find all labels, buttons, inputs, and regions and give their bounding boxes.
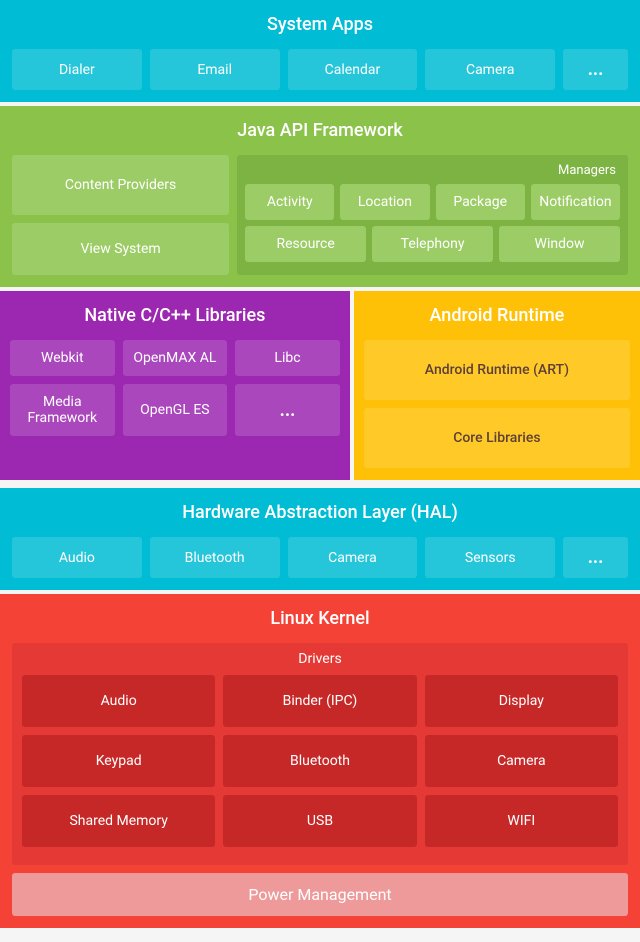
managers-section: Managers Activity Location Package Notif… (237, 155, 628, 275)
package-cell: Package (436, 184, 525, 220)
system-apps-row: Dialer Email Calendar Camera ... (12, 49, 628, 90)
drivers-grid-3: Shared Memory USB WIFI (22, 795, 618, 847)
native-libs-layer: Native C/C++ Libraries Webkit OpenMAX AL… (0, 291, 350, 480)
native-grid-2: Media Framework OpenGL ES ... (10, 384, 340, 436)
drivers-grid-1: Audio Binder (IPC) Display (22, 675, 618, 727)
drivers-grid-2: Keypad Bluetooth Camera (22, 735, 618, 787)
activity-cell: Activity (245, 184, 334, 220)
driver-usb-cell: USB (223, 795, 416, 847)
power-management-cell: Power Management (12, 873, 628, 916)
java-api-inner: Content Providers View System Managers A… (12, 155, 628, 275)
hal-more-cell: ... (563, 537, 628, 578)
hal-audio-cell: Audio (12, 537, 142, 578)
managers-title: Managers (245, 163, 620, 178)
java-api-layer: Java API Framework Content Providers Vie… (0, 106, 640, 287)
calendar-cell: Calendar (288, 49, 418, 90)
native-runtime-row: Native C/C++ Libraries Webkit OpenMAX AL… (0, 291, 640, 484)
driver-audio-cell: Audio (22, 675, 215, 727)
driver-shared-memory-cell: Shared Memory (22, 795, 215, 847)
dialer-cell: Dialer (12, 49, 142, 90)
android-runtime-title: Android Runtime (364, 301, 630, 330)
window-cell: Window (499, 226, 620, 262)
camera-cell: Camera (425, 49, 555, 90)
view-system-cell: View System (12, 223, 229, 275)
content-providers-cell: Content Providers (12, 155, 229, 215)
native-more-cell: ... (235, 384, 340, 436)
driver-bluetooth-cell: Bluetooth (223, 735, 416, 787)
resource-cell: Resource (245, 226, 366, 262)
email-cell: Email (150, 49, 280, 90)
driver-camera-cell: Camera (425, 735, 618, 787)
hal-title: Hardware Abstraction Layer (HAL) (12, 498, 628, 527)
hal-layer: Hardware Abstraction Layer (HAL) Audio B… (0, 488, 640, 590)
system-apps-layer: System Apps Dialer Email Calendar Camera… (0, 0, 640, 102)
telephony-cell: Telephony (372, 226, 493, 262)
driver-wifi-cell: WIFI (425, 795, 618, 847)
location-cell: Location (340, 184, 429, 220)
art-cell: Android Runtime (ART) (364, 340, 630, 400)
media-framework-cell: Media Framework (10, 384, 115, 436)
drivers-title: Drivers (22, 651, 618, 667)
driver-binder-cell: Binder (IPC) (223, 675, 416, 727)
driver-keypad-cell: Keypad (22, 735, 215, 787)
libc-cell: Libc (235, 340, 340, 376)
more-apps-cell: ... (563, 49, 628, 90)
hal-bluetooth-cell: Bluetooth (150, 537, 280, 578)
android-runtime-layer: Android Runtime Android Runtime (ART) Co… (354, 291, 640, 480)
linux-kernel-layer: Linux Kernel Drivers Audio Binder (IPC) … (0, 594, 640, 928)
driver-display-cell: Display (425, 675, 618, 727)
hal-sensors-cell: Sensors (425, 537, 555, 578)
system-apps-title: System Apps (12, 10, 628, 39)
native-grid-1: Webkit OpenMAX AL Libc (10, 340, 340, 376)
runtime-grid: Android Runtime (ART) Core Libraries (364, 340, 630, 468)
java-api-left: Content Providers View System (12, 155, 229, 275)
native-libs-title: Native C/C++ Libraries (10, 301, 340, 330)
hal-row: Audio Bluetooth Camera Sensors ... (12, 537, 628, 578)
core-libraries-cell: Core Libraries (364, 408, 630, 468)
drivers-section: Drivers Audio Binder (IPC) Display Keypa… (12, 643, 628, 865)
managers-grid-1: Activity Location Package Notification (245, 184, 620, 220)
opengl-cell: OpenGL ES (123, 384, 228, 436)
webkit-cell: Webkit (10, 340, 115, 376)
hal-camera-cell: Camera (288, 537, 418, 578)
openmax-cell: OpenMAX AL (123, 340, 228, 376)
notification-cell: Notification (531, 184, 620, 220)
managers-grid-2: Resource Telephony Window (245, 226, 620, 262)
java-api-title: Java API Framework (12, 116, 628, 145)
linux-kernel-title: Linux Kernel (12, 604, 628, 633)
